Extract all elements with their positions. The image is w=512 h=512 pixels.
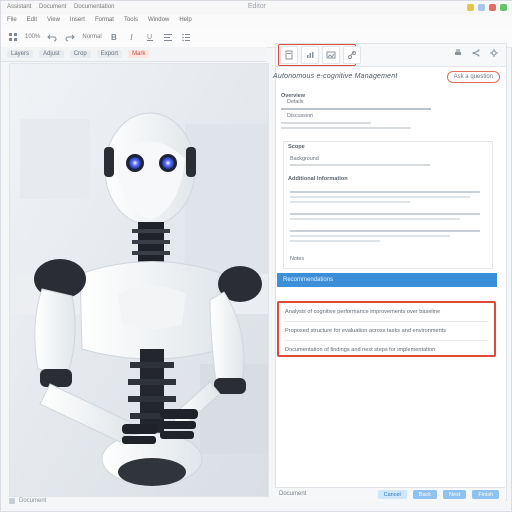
finish-button[interactable]: Finish bbox=[472, 490, 499, 499]
back-button[interactable]: Back bbox=[412, 490, 438, 499]
chip-item[interactable]: Export bbox=[96, 50, 123, 58]
status-indicator bbox=[500, 4, 507, 11]
panel-right-controls bbox=[452, 47, 500, 59]
maximize-button[interactable] bbox=[478, 4, 485, 11]
text-line bbox=[290, 213, 480, 215]
menu-item[interactable]: Help bbox=[179, 17, 191, 23]
divider bbox=[285, 340, 488, 341]
toolbar-icons: 100% Normal B I U bbox=[7, 31, 192, 43]
section-line: Discussion bbox=[287, 113, 314, 119]
status-square-icon bbox=[9, 498, 15, 504]
title-bar: Assistant Document Documentation Editor bbox=[1, 1, 512, 16]
window-title: Editor bbox=[247, 3, 267, 10]
link-icon[interactable] bbox=[343, 46, 361, 64]
document-title: Autonomous e-cognitive Management bbox=[273, 73, 398, 80]
text-line bbox=[281, 108, 431, 110]
section-heading: Scope bbox=[288, 144, 305, 150]
text-line bbox=[281, 127, 411, 129]
section-line: Background bbox=[290, 156, 319, 162]
chip-item-highlighted[interactable]: Mark bbox=[128, 50, 150, 58]
next-button[interactable]: Next bbox=[443, 490, 467, 499]
text-line bbox=[281, 122, 371, 124]
share-icon[interactable] bbox=[470, 47, 482, 59]
menu-items: File Edit View Insert Format Tools Windo… bbox=[7, 17, 192, 23]
svg-text:U: U bbox=[147, 34, 152, 41]
image-status: Document bbox=[9, 495, 267, 507]
minimize-button[interactable] bbox=[467, 4, 474, 11]
menu-item[interactable]: Window bbox=[148, 17, 169, 23]
robot-illustration bbox=[10, 64, 268, 496]
section-line: Notes bbox=[290, 256, 305, 262]
highlight-row: Proposed structure for evaluation across… bbox=[285, 328, 447, 334]
document-footer: Document Cancel Back Next Finish bbox=[275, 487, 505, 502]
document-icon[interactable] bbox=[280, 46, 298, 64]
left-secondary-toolbar: Layers Adjust Crop Export Mark bbox=[1, 47, 267, 62]
chart-icon[interactable] bbox=[301, 46, 319, 64]
chip-item[interactable]: Adjust bbox=[39, 50, 64, 58]
close-button[interactable] bbox=[489, 4, 496, 11]
divider bbox=[285, 321, 488, 322]
text-line bbox=[290, 201, 410, 203]
image-canvas[interactable] bbox=[9, 63, 269, 497]
menu-item[interactable]: Tools bbox=[124, 17, 138, 23]
window-tab[interactable]: Documentation bbox=[74, 4, 114, 10]
window-tab[interactable]: Document bbox=[39, 4, 66, 10]
paragraph-block bbox=[290, 188, 480, 245]
menu-item[interactable]: Format bbox=[95, 17, 114, 23]
text-line bbox=[290, 218, 460, 220]
section-line: Details bbox=[287, 99, 304, 105]
chip-item[interactable]: Layers bbox=[7, 50, 34, 58]
style-selector[interactable]: Normal bbox=[82, 34, 101, 40]
highlight-row: Documentation of findings and next steps… bbox=[285, 347, 436, 353]
list-icon[interactable] bbox=[180, 31, 192, 43]
window-tabs: Assistant Document Documentation bbox=[7, 4, 120, 10]
zoom-level[interactable]: 100% bbox=[25, 34, 40, 40]
section-header-bar: Recommendations bbox=[277, 273, 497, 287]
menu-item[interactable]: File bbox=[7, 17, 17, 23]
undo-icon[interactable] bbox=[46, 31, 58, 43]
print-icon[interactable] bbox=[452, 47, 464, 59]
secondary-items: Layers Adjust Crop Export Mark bbox=[7, 50, 150, 58]
text-line bbox=[290, 164, 430, 166]
svg-text:I: I bbox=[129, 33, 133, 42]
app-window: Assistant Document Documentation Editor … bbox=[0, 0, 512, 512]
grid-icon[interactable] bbox=[7, 31, 19, 43]
text-line bbox=[290, 191, 480, 193]
redo-icon[interactable] bbox=[64, 31, 76, 43]
chip-item[interactable]: Crop bbox=[69, 50, 91, 58]
menu-item[interactable]: Insert bbox=[70, 17, 85, 23]
text-line bbox=[290, 240, 380, 242]
window-tab[interactable]: Assistant bbox=[7, 4, 31, 10]
align-icon[interactable] bbox=[162, 31, 174, 43]
text-line bbox=[290, 230, 480, 232]
underline-icon[interactable]: U bbox=[144, 31, 156, 43]
document-toolbar bbox=[276, 44, 506, 67]
text-line bbox=[290, 235, 450, 237]
footer-label: Document bbox=[279, 491, 307, 497]
section-heading: Additional Information bbox=[288, 176, 348, 182]
highlighted-section[interactable]: Analysis of cognitive performance improv… bbox=[277, 301, 496, 357]
window-controls bbox=[467, 4, 507, 11]
image-icon[interactable] bbox=[322, 46, 340, 64]
content-box: Scope Background Additional Information … bbox=[283, 141, 493, 269]
highlight-row: Analysis of cognitive performance improv… bbox=[285, 309, 441, 315]
settings-icon[interactable] bbox=[488, 47, 500, 59]
italic-icon[interactable]: I bbox=[126, 31, 138, 43]
bold-icon[interactable]: B bbox=[108, 31, 120, 43]
image-caption: Document bbox=[19, 498, 47, 504]
footer-buttons: Cancel Back Next Finish bbox=[377, 490, 499, 499]
panel-tabs bbox=[280, 46, 361, 64]
menu-item[interactable]: View bbox=[47, 17, 60, 23]
document-body: Overview Details Discussion bbox=[281, 89, 493, 132]
menu-item[interactable]: Edit bbox=[27, 17, 37, 23]
svg-text:B: B bbox=[111, 33, 117, 42]
cancel-button[interactable]: Cancel bbox=[377, 490, 407, 499]
text-line bbox=[290, 196, 470, 198]
